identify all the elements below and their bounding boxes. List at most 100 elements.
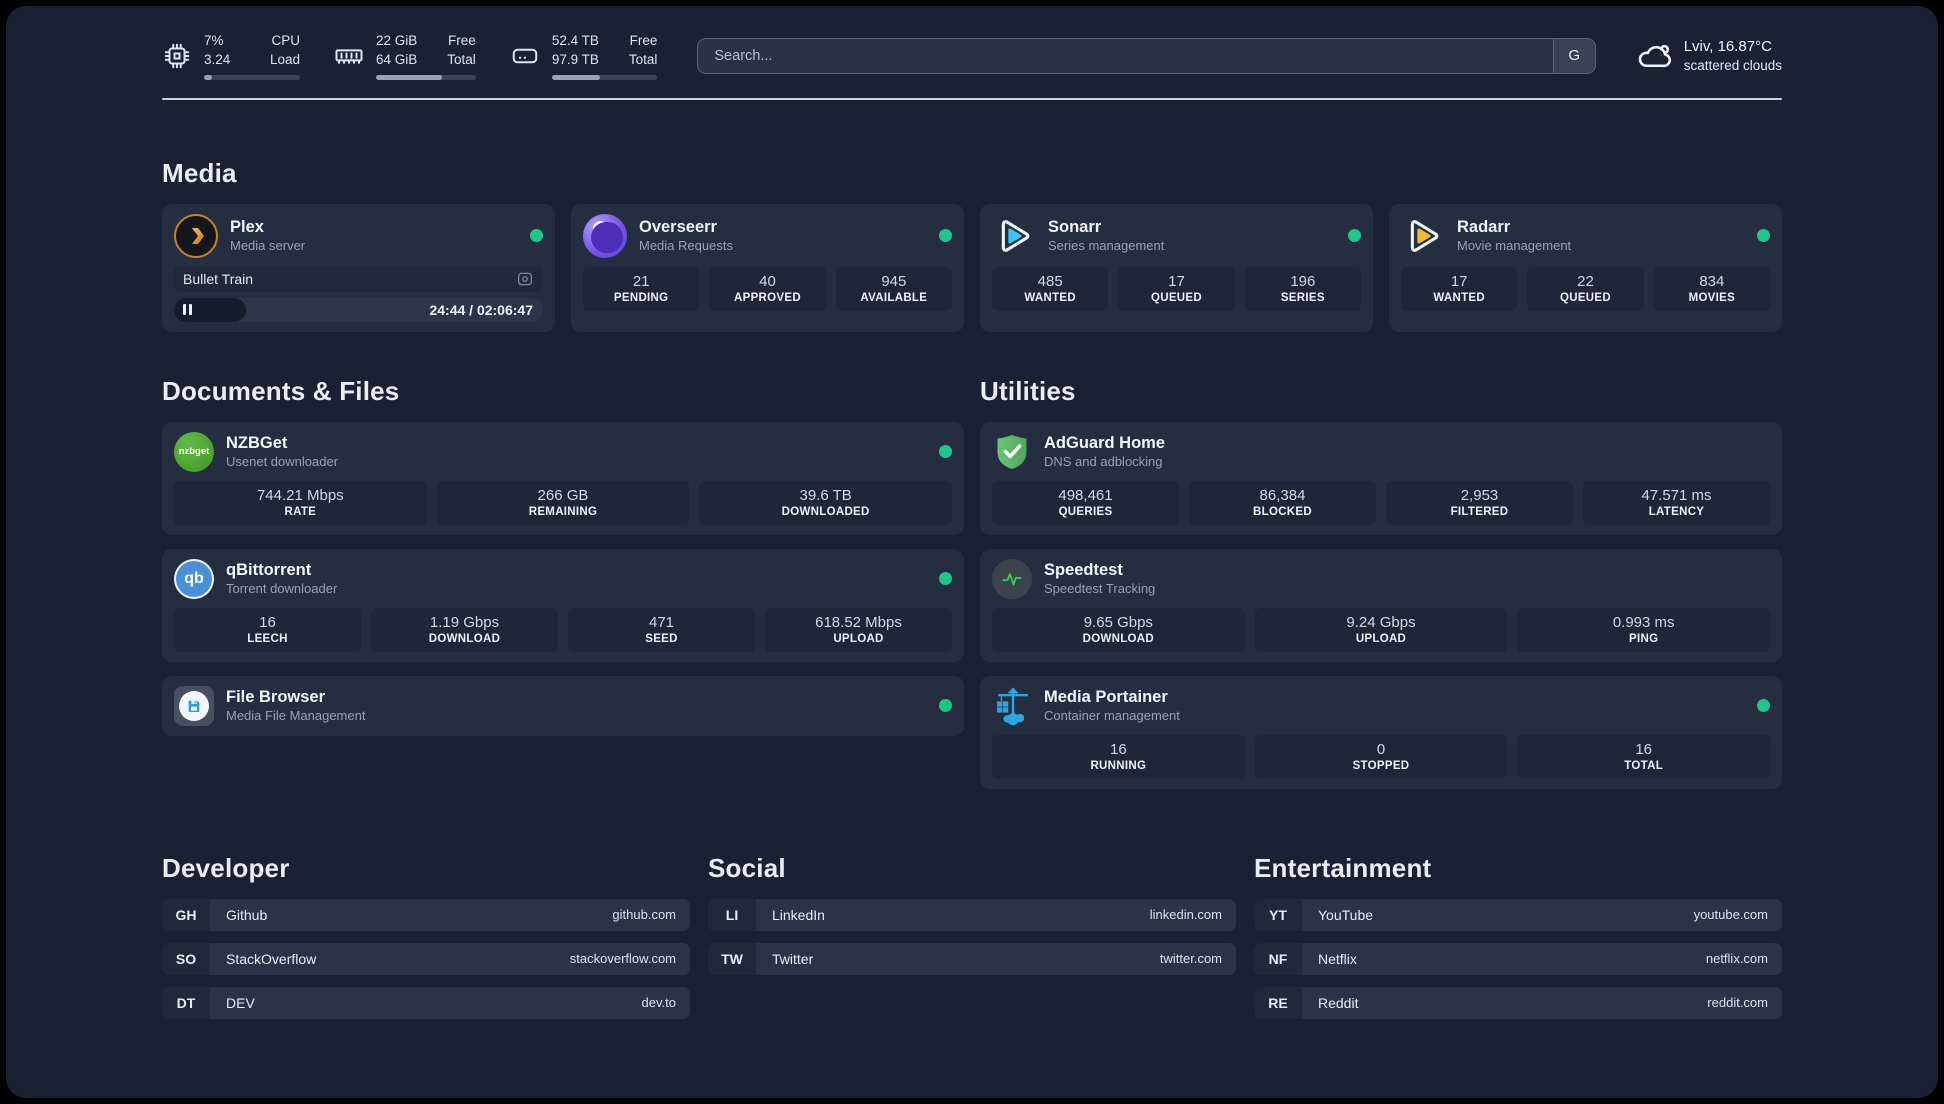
cpu-icon	[164, 43, 190, 69]
stat-value: 744.21 Mbps	[256, 486, 344, 504]
app-card-filebrowser[interactable]: File Browser Media File Management	[162, 675, 964, 736]
portainer-icon	[992, 686, 1032, 726]
section-title-utilities: Utilities	[980, 375, 1076, 406]
stat-wanted: 485 WANTED	[992, 266, 1109, 311]
bookmark-url: reddit.com	[1707, 995, 1768, 1011]
bookmark-reddit[interactable]: RE Reddit reddit.com	[1254, 986, 1782, 1019]
stat-value: 2,953	[1460, 486, 1499, 504]
stat-value: 47.571 ms	[1641, 486, 1712, 504]
bookmark-stackoverflow[interactable]: SO StackOverflow stackoverflow.com	[162, 942, 690, 975]
bookmark-url: netflix.com	[1705, 951, 1768, 967]
stat-approved: 40 APPROVED	[709, 266, 826, 311]
nzbget-icon: nzbget	[174, 431, 214, 472]
stat-label: TOTAL	[1624, 759, 1664, 772]
bookmark-netflix[interactable]: NF Netflix netflix.com	[1254, 942, 1782, 975]
bookmark-name: StackOverflow	[226, 950, 317, 967]
stat-total: 16 TOTAL	[1517, 734, 1770, 779]
system-stats: 7% 3.24 CPU Load 22 GiB 64 GiB Free Tota…	[162, 32, 658, 80]
bookmark-name: YouTube	[1318, 906, 1374, 923]
stat-label: WANTED	[1433, 291, 1485, 304]
bookmark-abbr: LI	[708, 898, 756, 931]
cpu-progress-fill	[204, 74, 212, 80]
pause-icon[interactable]	[183, 304, 192, 316]
stat-value: 9.24 Gbps	[1346, 613, 1416, 631]
bookmark-abbr: RE	[1254, 986, 1302, 1019]
app-card-overseerr[interactable]: Overseerr Media Requests 21 PENDING 40 A…	[571, 203, 964, 332]
stat-label: UPLOAD	[1355, 632, 1407, 645]
app-description: DNS and adblocking	[1044, 454, 1163, 470]
disk-free-value: 52.4 TB	[551, 33, 599, 48]
app-card-radarr[interactable]: Radarr Movie management 17 WANTED 22 QUE…	[1389, 203, 1782, 332]
stat-pending: 21 PENDING	[583, 266, 700, 311]
bookmark-url: dev.to	[641, 995, 676, 1011]
stat-label: DOWNLOADED	[781, 505, 870, 518]
memory-total-label: Total	[447, 51, 476, 67]
disk-total-label: Total	[628, 51, 658, 67]
cpu-usage-value: 7%	[204, 33, 224, 48]
bookmark-youtube[interactable]: YT YouTube youtube.com	[1254, 898, 1782, 931]
playback-progress-fill	[174, 297, 246, 322]
disk-stat: 52.4 TB 97.9 TB Free Total	[510, 32, 658, 80]
stat-value: 618.52 Mbps	[815, 613, 902, 631]
memory-stat: 22 GiB 64 GiB Free Total	[334, 32, 476, 80]
bookmark-dev[interactable]: DT DEV dev.to	[162, 986, 690, 1019]
bookmark-name: LinkedIn	[772, 906, 825, 923]
stat-latency: 47.571 ms LATENCY	[1583, 480, 1770, 525]
memory-free-value: 22 GiB	[376, 33, 418, 48]
bookmark-abbr: GH	[162, 898, 210, 931]
app-description: Media File Management	[226, 708, 366, 724]
playback-time: 24:44 / 02:06:47	[429, 301, 533, 318]
stat-series: 196 SERIES	[1244, 266, 1361, 311]
app-name: AdGuard Home	[1044, 433, 1166, 452]
stat-label: APPROVED	[734, 291, 801, 304]
cpu-load-value: 3.24	[204, 51, 231, 67]
section-developer: Developer GH Github github.com SO StackO…	[162, 853, 690, 1019]
stat-value: 196	[1290, 272, 1316, 290]
app-name: Plex	[230, 217, 264, 236]
stat-label: LEECH	[247, 632, 288, 645]
bookmark-abbr: YT	[1254, 898, 1302, 931]
speedtest-icon	[992, 558, 1032, 599]
app-card-speedtest[interactable]: Speedtest Speedtest Tracking 9.65 Gbps D…	[980, 548, 1782, 662]
bookmark-twitter[interactable]: TW Twitter twitter.com	[708, 942, 1236, 975]
disk-icon	[512, 48, 538, 64]
player-device-icon	[517, 272, 533, 286]
section-utilities: Utilities AdGuard Home DNS and adblockin…	[980, 376, 1782, 789]
memory-free-label: Free	[448, 33, 476, 48]
stat-label: LATENCY	[1648, 505, 1705, 518]
stat-label: QUEUED	[1150, 291, 1202, 304]
stat-value: 40	[759, 272, 776, 290]
app-card-plex[interactable]: Plex Media server Bullet Train 24:44 / 0…	[162, 203, 555, 332]
stat-blocked: 86,384 BLOCKED	[1189, 480, 1376, 525]
bookmark-linkedin[interactable]: LI LinkedIn linkedin.com	[708, 898, 1236, 931]
status-dot	[1757, 699, 1770, 713]
app-description: Media server	[230, 238, 306, 254]
stat-value: 17	[1168, 272, 1185, 290]
app-description: Movie management	[1457, 238, 1572, 254]
cpu-load-label: Load	[269, 51, 300, 67]
stat-value: 945	[881, 272, 907, 290]
stat-label: REMAINING	[528, 505, 598, 518]
bookmark-github[interactable]: GH Github github.com	[162, 898, 690, 931]
app-card-qbittorrent[interactable]: qb qBittorrent Torrent downloader 16 LEE…	[162, 548, 964, 662]
stat-leech: 16 LEECH	[174, 607, 361, 652]
search-input[interactable]	[698, 38, 1553, 73]
stat-value: 86,384	[1259, 486, 1306, 504]
stat-label: SEED	[645, 632, 678, 645]
now-playing-title: Bullet Train	[183, 270, 254, 287]
app-card-portainer[interactable]: Media Portainer Container management 16 …	[980, 675, 1782, 789]
bookmark-abbr: DT	[162, 986, 210, 1019]
status-dot	[939, 445, 952, 459]
stat-queued: 22 QUEUED	[1527, 266, 1644, 311]
app-card-adguard[interactable]: AdGuard Home DNS and adblocking 498,461 …	[980, 421, 1782, 535]
stat-value: 485	[1037, 272, 1063, 290]
search-engine-button[interactable]: G	[1552, 38, 1595, 73]
stat-label: DOWNLOAD	[1082, 632, 1155, 645]
app-card-sonarr[interactable]: Sonarr Series management 485 WANTED 17 Q…	[980, 203, 1373, 332]
filebrowser-icon	[174, 685, 214, 726]
stat-rate: 744.21 Mbps RATE	[174, 480, 427, 525]
stat-available: 945 AVAILABLE	[835, 266, 952, 311]
stat-value: 17	[1450, 272, 1468, 290]
app-card-nzbget[interactable]: nzbget NZBGet Usenet downloader 744.21 M…	[162, 421, 964, 535]
status-dot	[1348, 229, 1361, 243]
